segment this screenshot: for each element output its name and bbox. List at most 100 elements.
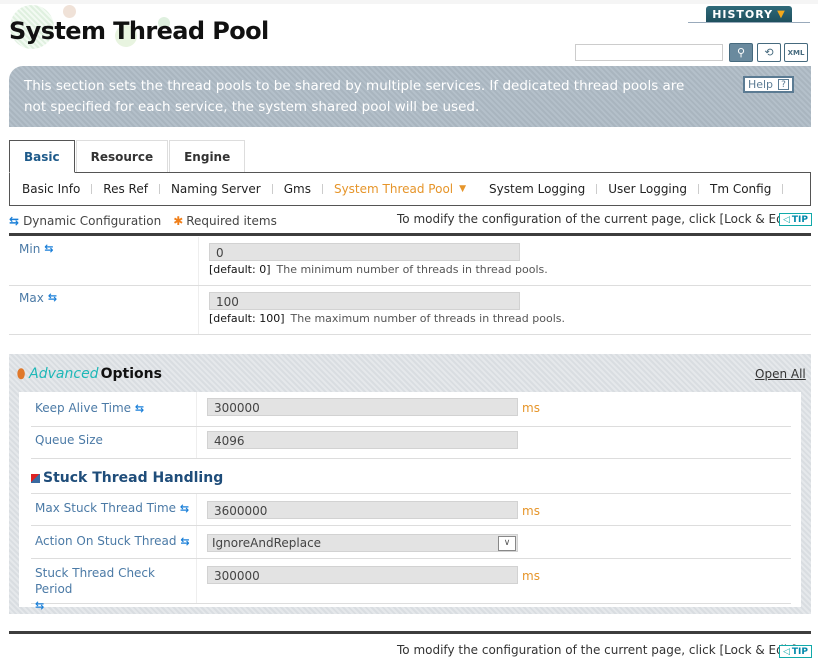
tip-badge: ◁ TIP	[779, 213, 813, 226]
tip-label: TIP	[791, 214, 809, 225]
default-value: [default: 100]	[209, 312, 285, 325]
tab-basic[interactable]: Basic	[9, 140, 75, 173]
max-input[interactable]: 100	[209, 292, 520, 310]
field-description: The minimum number of threads in thread …	[276, 263, 548, 276]
subnav-label: System Thread Pool	[333, 182, 454, 196]
question-icon: ?	[778, 79, 790, 90]
field-label: Max ⇆	[9, 286, 199, 334]
field-row-max: Max ⇆ 100 [default: 100] The maximum numb…	[9, 286, 811, 335]
dynamic-config-icon: ⇆	[44, 242, 54, 255]
chevron-down-icon: ▼	[777, 9, 786, 20]
label-queue-size: Queue Size	[35, 433, 103, 447]
advanced-options-body: Keep Alive Time ⇆ 300000 ms Queue Size 4…	[19, 392, 801, 612]
field-row-min: Min ⇆ 0 [default: 0] The minimum number o…	[9, 237, 811, 286]
field-label: Max Stuck Thread Time ⇆	[31, 494, 197, 525]
page-title: System Thread Pool	[9, 17, 269, 45]
info-banner: This section sets the thread pools to be…	[9, 66, 811, 127]
field-value: 4096	[197, 427, 518, 458]
field-label: Stuck Thread Check Period ⇆	[31, 559, 197, 612]
unit-label: ms	[522, 401, 540, 415]
separator	[698, 184, 699, 194]
field-hint: [default: 100] The maximum number of thre…	[209, 312, 565, 325]
field-value: 0 [default: 0] The minimum number of thre…	[199, 237, 548, 285]
search-button[interactable]: ⚲	[729, 43, 753, 62]
label-max-stuck-time: Max Stuck Thread Time	[35, 501, 177, 515]
tip-text-bottom: To modify the configuration of the curre…	[397, 643, 801, 657]
unit-label: ms	[522, 569, 540, 583]
label-keep-alive: Keep Alive Time	[35, 401, 132, 415]
legend-dynamic: Dynamic Configuration	[23, 214, 162, 228]
field-description: The maximum number of threads in thread …	[290, 312, 566, 325]
selected-value: IgnoreAndReplace	[212, 536, 322, 550]
tab-bar: Basic Resource Engine	[9, 140, 246, 173]
search-icon: ⚲	[736, 46, 746, 59]
open-all-link[interactable]: Open All	[755, 367, 806, 381]
tip-label: TIP	[791, 646, 809, 657]
chevron-down-icon[interactable]: ∨	[498, 535, 516, 551]
subnav-user-logging[interactable]: User Logging	[608, 182, 687, 196]
separator	[782, 184, 784, 194]
arrow-left-icon: ◁	[783, 646, 790, 657]
field-label: Keep Alive Time ⇆	[31, 392, 197, 426]
field-row-max-stuck-time: Max Stuck Thread Time ⇆ 3600000 ms	[31, 494, 791, 526]
advanced-options-heading: ⬮ Advanced Options	[17, 366, 162, 382]
field-value: IgnoreAndReplace ∨	[197, 526, 518, 558]
sub-navigation: Basic Info Res Ref Naming Server Gms Sys…	[9, 172, 811, 206]
caret-down-icon: ▼	[459, 184, 467, 194]
field-value: 3600000 ms	[197, 494, 540, 525]
subnav-system-logging[interactable]: System Logging	[489, 182, 585, 196]
help-button[interactable]: Help ?	[743, 76, 794, 93]
field-hint: [default: 0] The minimum number of thread…	[209, 263, 548, 276]
subnav-res-ref[interactable]: Res Ref	[103, 182, 148, 196]
xml-export-icon: XML	[787, 48, 805, 57]
separator	[321, 184, 323, 194]
stuck-thread-heading: Stuck Thread Handling	[31, 459, 791, 494]
tip-badge-bottom: ◁ TIP	[779, 645, 813, 658]
advanced-options-panel: ⬮ Advanced Options Open All Keep Alive T…	[9, 354, 811, 614]
action-on-stuck-select[interactable]: IgnoreAndReplace ∨	[207, 534, 518, 552]
separator	[158, 184, 160, 194]
field-row-action-on-stuck: Action On Stuck Thread ⇆ IgnoreAndReplac…	[31, 526, 791, 559]
default-value: [default: 0]	[209, 263, 271, 276]
banner-text: This section sets the thread pools to be…	[24, 78, 685, 115]
legend: ⇆ Dynamic Configuration ✱ Required items	[9, 214, 277, 228]
history-label: HISTORY	[712, 8, 774, 21]
refresh-button[interactable]: ⟲	[757, 43, 781, 62]
dynamic-config-icon: ⇆	[47, 291, 58, 304]
refresh-icon: ⟲	[764, 46, 774, 59]
max-stuck-time-input[interactable]: 3600000	[207, 501, 518, 519]
subnav-system-thread-pool[interactable]: System Thread Pool ▼	[334, 182, 466, 196]
subnav-basic-info[interactable]: Basic Info	[22, 182, 80, 196]
separator	[596, 184, 598, 194]
separator	[91, 184, 93, 194]
label-check-period: Stuck Thread Check Period	[35, 566, 155, 596]
queue-size-input[interactable]: 4096	[207, 431, 518, 449]
field-row-keep-alive: Keep Alive Time ⇆ 300000 ms	[31, 392, 791, 427]
tip-text: To modify the configuration of the curre…	[397, 212, 801, 226]
keep-alive-input[interactable]: 300000	[207, 398, 518, 416]
field-row-check-period: Stuck Thread Check Period ⇆ 300000 ms	[31, 559, 791, 612]
divider	[9, 233, 811, 236]
field-value: 300000 ms	[197, 559, 540, 603]
subnav-gms[interactable]: Gms	[284, 182, 311, 196]
check-period-input[interactable]: 300000	[207, 566, 518, 584]
field-value: 100 [default: 100] The maximum number of …	[199, 286, 565, 334]
heading-emphasis: Advanced	[29, 366, 99, 382]
search-input[interactable]	[575, 44, 723, 61]
dynamic-config-icon: ⇆	[134, 402, 145, 415]
field-label: Queue Size	[31, 427, 197, 458]
min-input[interactable]: 0	[209, 243, 520, 261]
tab-resource[interactable]: Resource	[75, 140, 169, 172]
tab-engine[interactable]: Engine	[169, 140, 246, 172]
top-strip	[0, 0, 818, 4]
legend-required: Required items	[186, 214, 277, 228]
separator	[477, 184, 478, 194]
separator	[271, 184, 273, 194]
subnav-naming-server[interactable]: Naming Server	[171, 182, 261, 196]
subnav-tm-config[interactable]: Tm Config	[710, 182, 771, 196]
history-button[interactable]: HISTORY ▼	[706, 6, 792, 23]
field-label: Action On Stuck Thread ⇆	[31, 526, 197, 558]
xml-export-button[interactable]: XML	[784, 43, 808, 62]
required-icon: ✱	[173, 214, 184, 228]
arrow-left-icon: ◁	[783, 214, 790, 225]
